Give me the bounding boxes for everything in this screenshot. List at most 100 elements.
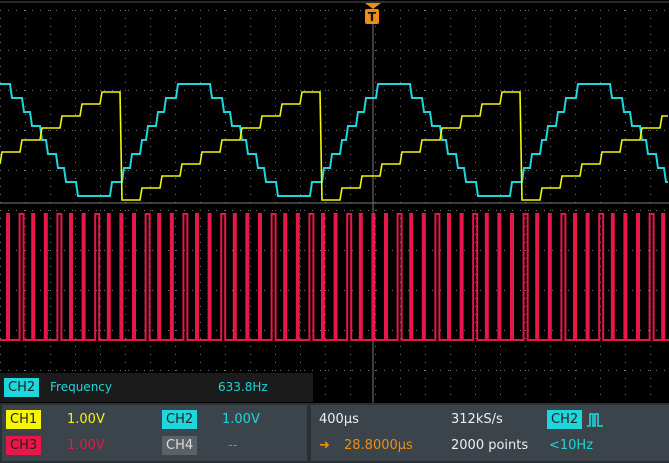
measurement-value: 633.8Hz (218, 380, 268, 394)
grid-dot (25, 170, 26, 171)
grid-dot (575, 114, 576, 115)
grid-dot (600, 18, 601, 19)
grid-dot (432, 170, 433, 171)
grid-dot (616, 290, 617, 291)
grid-dot (475, 386, 476, 387)
grid-dot (640, 50, 641, 51)
grid-dot (552, 330, 553, 331)
grid-dot (400, 354, 401, 355)
grid-dot (88, 50, 89, 51)
grid-dot (575, 66, 576, 67)
grid-dot (352, 50, 353, 51)
grid-dot (184, 170, 185, 171)
grid-dot (456, 130, 457, 131)
grid-dot (300, 354, 301, 355)
grid-dot (376, 50, 377, 51)
grid-dot (575, 146, 576, 147)
grid-dot (475, 114, 476, 115)
trigger-position-marker[interactable]: T (365, 3, 381, 24)
grid-dot (328, 290, 329, 291)
grid-dot (624, 130, 625, 131)
grid-dot (400, 130, 401, 131)
grid-dot (432, 210, 433, 211)
grid-dot (128, 370, 129, 371)
waveform-display[interactable]: T (0, 0, 669, 403)
grid-dot (375, 90, 376, 91)
grid-dot (8, 170, 9, 171)
grid-dot (0, 98, 1, 99)
grid-dot (640, 170, 641, 171)
grid-dot (312, 170, 313, 171)
grid-dot (280, 10, 281, 11)
grid-dot (225, 10, 226, 11)
grid-dot (648, 50, 649, 51)
grid-dot (125, 330, 126, 331)
grid-dot (600, 386, 601, 387)
grid-dot (500, 34, 501, 35)
grid-dot (368, 90, 369, 91)
grid-dot (0, 170, 1, 171)
grid-dot (125, 370, 126, 371)
grid-dot (368, 330, 369, 331)
grid-dot (264, 250, 265, 251)
grid-dot (75, 242, 76, 243)
grid-dot (100, 18, 101, 19)
grid-dot (328, 50, 329, 51)
grid-dot (350, 10, 351, 11)
grid-dot (550, 138, 551, 139)
grid-dot (16, 10, 17, 11)
grid-dot (375, 26, 376, 27)
grid-dot (250, 10, 251, 11)
vertical-settings-panel: CH1 1.00V CH2 1.00V CH3 1.00V CH4 -- (2, 405, 307, 461)
grid-dot (136, 370, 137, 371)
grid-dot (64, 290, 65, 291)
measurement-channel-badge: CH2 (4, 378, 40, 397)
grid-dot (200, 58, 201, 59)
grid-dot (600, 170, 601, 171)
grid-dot (575, 106, 576, 107)
grid-dot (625, 50, 626, 51)
grid-dot (48, 370, 49, 371)
grid-dot (544, 250, 545, 251)
grid-dot (72, 90, 73, 91)
grid-dot (488, 210, 489, 211)
grid-dot (250, 370, 251, 371)
grid-dot (184, 370, 185, 371)
grid-dot (8, 90, 9, 91)
grid-dot (225, 42, 226, 43)
grid-dot (112, 170, 113, 171)
grid-dot (325, 346, 326, 347)
grid-dot (600, 186, 601, 187)
grid-dot (496, 210, 497, 211)
grid-dot (425, 178, 426, 179)
grid-dot (350, 378, 351, 379)
grid-dot (525, 138, 526, 139)
grid-dot (25, 362, 26, 363)
measurement-panel[interactable]: CH2 Frequency 633.8Hz (0, 373, 313, 402)
grid-dot (600, 58, 601, 59)
grid-dot (575, 162, 576, 163)
grid-dot (304, 330, 305, 331)
grid-dot (272, 10, 273, 11)
grid-dot (125, 354, 126, 355)
grid-dot (275, 354, 276, 355)
grid-dot (208, 50, 209, 51)
grid-dot (25, 258, 26, 259)
grid-dot (500, 10, 501, 11)
horizontal-trigger-panel[interactable]: 400µs 312kS/s ➜ 28.8000µs 2000 points CH… (311, 405, 669, 461)
grid-dot (100, 154, 101, 155)
grid-dot (650, 378, 651, 379)
grid-dot (375, 370, 376, 371)
grid-dot (200, 242, 201, 243)
grid-dot (96, 10, 97, 11)
grid-dot (475, 354, 476, 355)
grid-dot (200, 26, 201, 27)
grid-dot (0, 258, 1, 259)
grid-dot (568, 290, 569, 291)
grid-dot (550, 170, 551, 171)
grid-dot (475, 362, 476, 363)
grid-dot (375, 50, 376, 51)
grid-dot (432, 90, 433, 91)
grid-dot (0, 218, 1, 219)
grid-dot (300, 58, 301, 59)
